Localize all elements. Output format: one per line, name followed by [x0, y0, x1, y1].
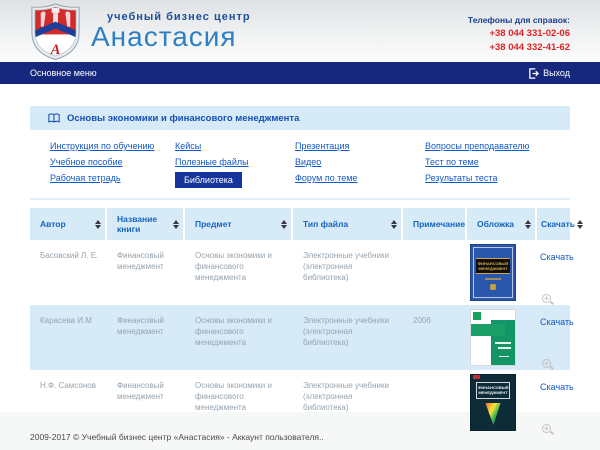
nav-link-presentation[interactable]: Презентация — [295, 141, 349, 151]
sort-icon — [281, 220, 287, 229]
sort-icon — [391, 220, 397, 229]
section-divider — [30, 198, 570, 200]
cell-author: Басовский Л. Е. — [30, 240, 107, 305]
column-header-subject[interactable]: Предмет — [185, 208, 293, 240]
sort-icon — [577, 220, 583, 229]
nav-link-forum[interactable]: Форум по теме — [295, 173, 357, 183]
nav-link-library-active[interactable]: Библиотека — [175, 172, 242, 188]
links-col-3: Презентация Видео Форум по теме — [295, 138, 425, 190]
column-header-download[interactable]: Скачать — [537, 208, 570, 240]
book-cover-thumbnail[interactable] — [470, 309, 516, 366]
cell-book: Финансовый менеджмент — [107, 305, 185, 370]
cell-filetype: Электронные учебники (электронная библио… — [293, 305, 403, 370]
cell-filetype: Электронные учебники (электронная библио… — [293, 370, 403, 435]
table-row: Н.Ф. Самсонов Финансовый менеджмент Осно… — [30, 370, 570, 435]
nav-link-cases[interactable]: Кейсы — [175, 141, 201, 151]
book-cover-thumbnail[interactable]: ФИНАНСОВЫЙ МЕНЕДЖМЕНТ — [470, 244, 516, 301]
main-menubar: Основное меню Выход — [0, 62, 600, 84]
links-col-2: Кейсы Полезные файлы Библиотека — [175, 138, 295, 190]
cell-subject: Основы экономики и финансового менеджмен… — [185, 240, 293, 305]
nav-link-instruction[interactable]: Инструкция по обучению — [50, 141, 154, 151]
site-header: А учебный бизнес центр Анастасия Телефон… — [0, 0, 600, 62]
cell-author: Н.Ф. Самсонов — [30, 370, 107, 435]
sort-icon — [173, 220, 179, 229]
cell-subject: Основы экономики и финансового менеджмен… — [185, 370, 293, 435]
cell-note — [403, 370, 467, 435]
column-header-book[interactable]: Название книги — [107, 208, 185, 240]
logout-button[interactable]: Выход — [528, 68, 570, 79]
cover-title: ФИНАНСОВЫЙ МЕНЕДЖМЕНТ — [476, 258, 510, 274]
page-title: Основы экономики и финансового менеджмен… — [67, 113, 299, 124]
book-cover-thumbnail[interactable]: ФИНАНСОВЫЙ МЕНЕДЖМЕНТ — [470, 374, 516, 431]
phone-number-2: +38 044 332-41-62 — [468, 41, 570, 55]
cell-note — [403, 240, 467, 305]
brand-name: Анастасия — [91, 23, 251, 51]
nav-link-workbook[interactable]: Рабочая тетрадь — [50, 173, 121, 183]
links-col-1: Инструкция по обучению Учебное пособие Р… — [50, 138, 175, 190]
nav-link-test[interactable]: Тест по теме — [425, 157, 479, 167]
copyright-text: 2009-2017 © Учебный бизнес центр «Анаста… — [30, 432, 324, 442]
zoom-magnifier-icon[interactable]: + — [542, 424, 551, 433]
phones-label: Телефоны для справок: — [468, 15, 570, 25]
course-nav-links: Инструкция по обучению Учебное пособие Р… — [30, 134, 570, 196]
table-row: Карасева И.М Финансовый менеджмент Основ… — [30, 305, 570, 370]
table-row: Басовский Л. Е. Финансовый менеджмент Ос… — [30, 240, 570, 305]
cell-note: 2006 — [403, 305, 467, 370]
cell-book: Финансовый менеджмент — [107, 240, 185, 305]
content-area: Основы экономики и финансового менеджмен… — [0, 84, 600, 412]
page-title-panel: Основы экономики и финансового менеджмен… — [30, 106, 570, 130]
cover-emblem — [487, 281, 498, 292]
logo-shield-icon: А — [28, 3, 83, 60]
main-menu-label: Основное меню — [30, 68, 97, 78]
column-header-note[interactable]: Примечание — [403, 208, 467, 240]
sort-icon — [95, 220, 101, 229]
column-header-filetype[interactable]: Тип файла — [293, 208, 403, 240]
links-col-4: Вопросы преподавателю Тест по теме Резул… — [425, 138, 590, 190]
nav-link-video[interactable]: Видео — [295, 157, 321, 167]
nav-link-test-results[interactable]: Результаты теста — [425, 173, 497, 183]
logout-label: Выход — [543, 68, 570, 78]
phone-number-1: +38 044 331-02-06 — [468, 27, 570, 41]
cell-cover: + — [467, 305, 537, 370]
nav-link-useful-files[interactable]: Полезные файлы — [175, 157, 249, 167]
logout-icon — [528, 68, 539, 79]
book-icon — [48, 113, 60, 123]
download-link[interactable]: Скачать — [540, 382, 574, 392]
table-header-row: Автор Название книги Предмет Тип файла П… — [30, 208, 570, 240]
download-link[interactable]: Скачать — [540, 252, 574, 262]
cell-filetype: Электронные учебники (электронная библио… — [293, 240, 403, 305]
cell-author: Карасева И.М — [30, 305, 107, 370]
column-header-cover[interactable]: Обложка — [467, 208, 537, 240]
column-header-author[interactable]: Автор — [30, 208, 107, 240]
nav-link-textbook[interactable]: Учебное пособие — [50, 157, 123, 167]
sort-icon — [525, 220, 531, 229]
cover-prism-art — [483, 403, 503, 425]
zoom-magnifier-icon[interactable]: + — [542, 359, 551, 368]
cell-cover: ФИНАНСОВЫЙ МЕНЕДЖМЕНТ + — [467, 240, 537, 305]
nav-link-questions[interactable]: Вопросы преподавателю — [425, 141, 529, 151]
cover-title-line: МЕНЕДЖМЕНТ — [478, 390, 508, 395]
cell-subject: Основы экономики и финансового менеджмен… — [185, 305, 293, 370]
cell-cover: ФИНАНСОВЫЙ МЕНЕДЖМЕНТ + — [467, 370, 537, 435]
brand-block: учебный бизнес центр Анастасия — [91, 11, 251, 51]
download-link[interactable]: Скачать — [540, 317, 574, 327]
cell-book: Финансовый менеджмент — [107, 370, 185, 435]
library-table: Автор Название книги Предмет Тип файла П… — [30, 208, 570, 435]
phones-block: Телефоны для справок: +38 044 331-02-06 … — [468, 7, 570, 55]
zoom-magnifier-icon[interactable]: + — [542, 294, 551, 303]
